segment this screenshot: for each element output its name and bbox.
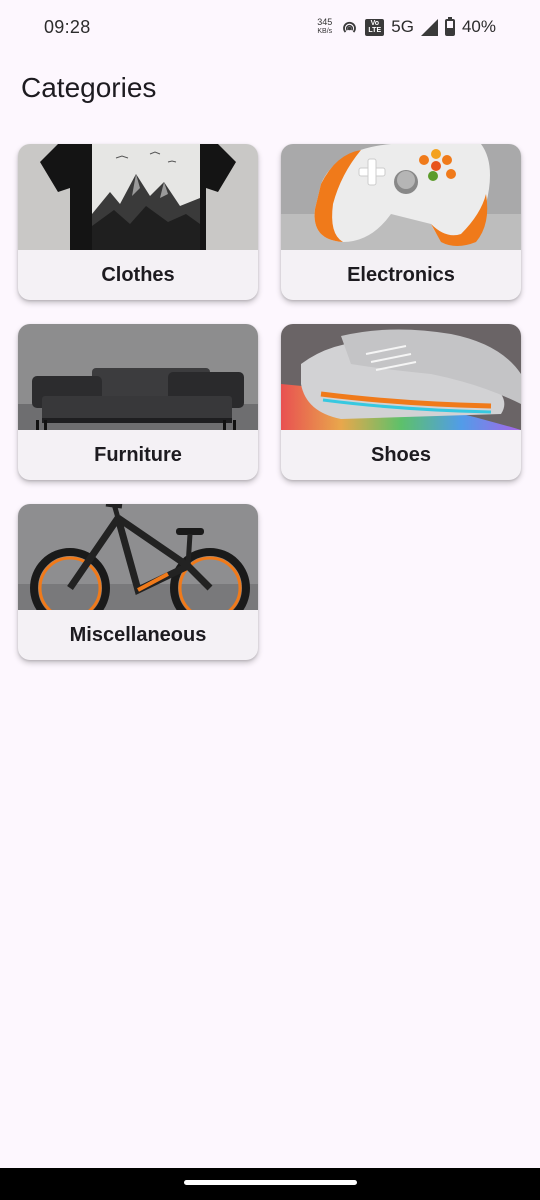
status-time: 09:28 [44,16,91,37]
category-card-miscellaneous[interactable]: Miscellaneous [18,504,258,660]
category-card-furniture[interactable]: Furniture [18,324,258,480]
category-label: Furniture [94,443,182,466]
navigation-bar [0,1168,540,1200]
status-bar: 09:28 345 KB/s Vo LTE 5G 40% [0,0,540,54]
status-indicators: 345 KB/s Vo LTE 5G 40% [317,16,496,37]
tshirt-image [18,144,258,250]
network-speed-unit: KB/s [317,28,333,35]
category-label: Shoes [370,443,432,466]
battery-percent: 40% [461,17,496,36]
game-controller-image [281,144,521,250]
category-label: Clothes [101,263,175,286]
category-label: Electronics [347,263,455,286]
sofa-image [18,324,258,430]
category-card-shoes[interactable]: Shoes [281,324,521,480]
volte-icon: Vo LTE [365,18,385,36]
category-card-clothes[interactable]: Clothes [18,144,258,300]
page-title: Categories [21,72,157,103]
battery-icon [444,16,455,36]
category-card-electronics[interactable]: Electronics [281,144,521,300]
home-gesture-handle[interactable] [184,1180,357,1185]
bicycle-image [18,504,258,610]
category-label: Miscellaneous [69,623,207,646]
hotspot-icon [341,19,358,36]
network-type: 5G [391,17,414,36]
signal-icon [420,18,438,36]
network-speed: 345 KB/s [317,18,332,36]
network-speed-value: 345 [317,17,333,27]
sneakers-image [281,324,521,430]
